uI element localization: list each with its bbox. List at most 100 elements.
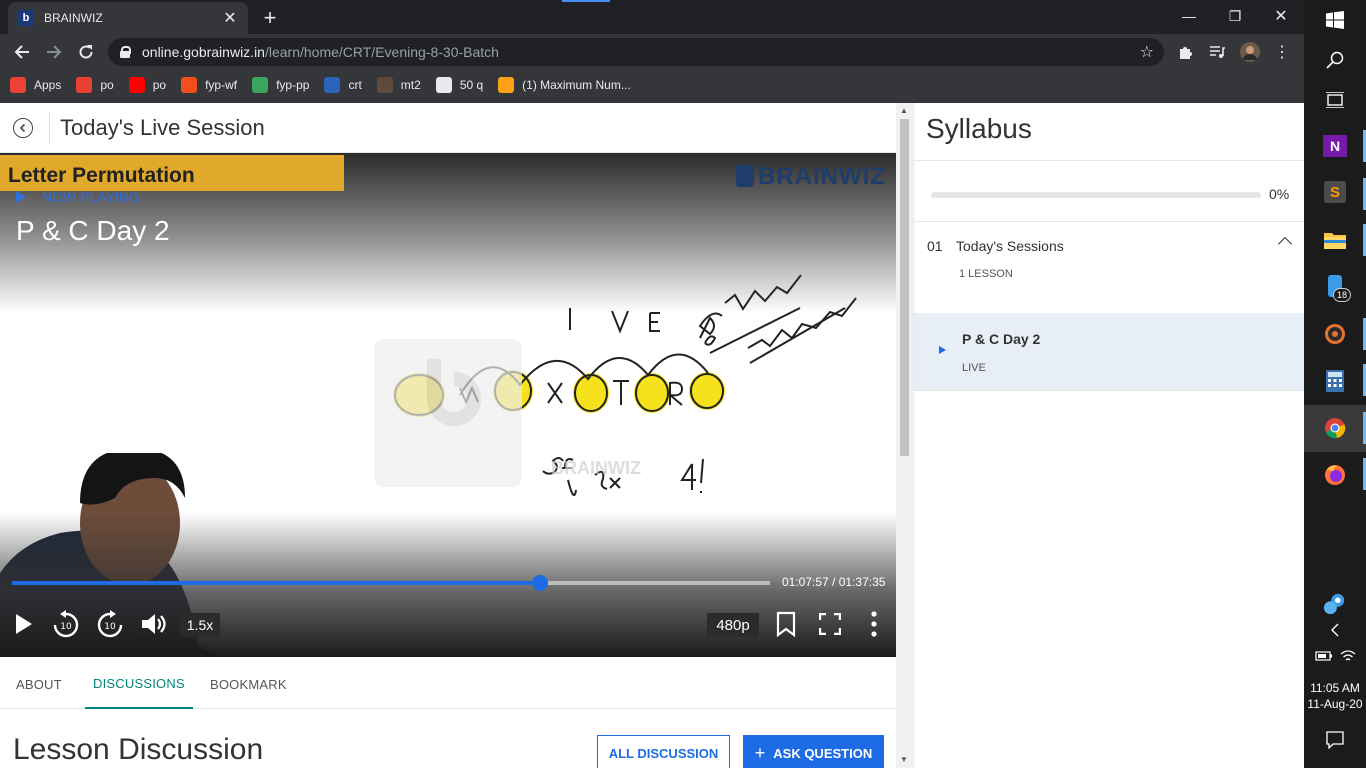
bookmark-star-icon[interactable]: ☆	[1140, 42, 1154, 62]
page-header: Today's Live Session	[0, 103, 896, 153]
brainwiz-watermark: BRAINWIZ	[374, 339, 641, 487]
bookmark-label: Apps	[34, 78, 62, 92]
file-explorer-icon[interactable]	[1323, 228, 1347, 252]
calculator-icon[interactable]	[1323, 369, 1347, 393]
bookmark-label: po	[152, 78, 167, 92]
video-player[interactable]: BRAINWIZ Letter Permutation BRAINWIZ NOW…	[0, 153, 896, 657]
bookmark-item[interactable]: fyp-pp	[252, 77, 309, 93]
battery-icon[interactable]	[1312, 644, 1336, 668]
bookmark-item[interactable]: fyp-wf	[181, 77, 237, 93]
bookmark-item[interactable]: crt	[324, 77, 362, 93]
current-time: 01:07:57	[782, 575, 829, 589]
firefox-icon[interactable]	[1323, 463, 1347, 487]
address-bar[interactable]: online.gobrainwiz.in/learn/home/CRT/Even…	[108, 38, 1164, 66]
bookmarks-bar: Apps po po fyp-wf fyp-pp crt mt2 50 q (1) Maximu…	[0, 70, 1304, 100]
minimize-button[interactable]: —	[1166, 2, 1212, 30]
rewind-10-icon[interactable]: 10	[52, 609, 80, 639]
show-hidden-icons-chevron-icon[interactable]	[1323, 618, 1347, 642]
tab-bookmark[interactable]: BOOKMARK	[210, 659, 287, 709]
seekbar-handle[interactable]	[531, 575, 548, 591]
bookmark-item[interactable]: mt2	[376, 77, 421, 93]
watermark-text: BRAINWIZ	[551, 458, 641, 478]
bookmark-label: fyp-pp	[276, 78, 310, 92]
brainwiz-logo: BRAINWIZ	[736, 163, 886, 191]
quality-button[interactable]: 480p	[707, 613, 759, 637]
onenote-icon[interactable]: N	[1323, 134, 1347, 158]
cc-icon	[376, 77, 393, 93]
windows-start-icon[interactable]	[1323, 8, 1347, 32]
content-tabs: ABOUT DISCUSSIONS BOOKMARK	[0, 659, 896, 709]
scroll-down-arrow-icon[interactable]: ▼	[900, 755, 908, 764]
forward-arrow-icon[interactable]	[42, 40, 66, 64]
bookmark-item[interactable]: Apps	[10, 77, 61, 93]
brainwiz-logo-icon	[736, 165, 754, 187]
url-path: /learn/home/CRT/Evening-8-30-Batch	[264, 44, 499, 60]
lesson-item[interactable]: P & C Day 2 LIVE	[914, 313, 1305, 390]
play-indicator-icon	[16, 191, 26, 203]
search-icon[interactable]	[1323, 48, 1347, 72]
url-text: online.gobrainwiz.in/learn/home/CRT/Even…	[142, 44, 499, 60]
brainwiz-favicon-icon: b	[18, 10, 34, 26]
lesson-name: P & C Day 2	[962, 331, 1041, 347]
task-view-icon[interactable]	[1323, 88, 1347, 112]
more-options-icon[interactable]	[864, 609, 884, 639]
clock-time: 11:05 AM	[1310, 681, 1360, 695]
system-clock[interactable]: 11:05 AM 11-Aug-20	[1304, 680, 1366, 712]
ask-question-button[interactable]: + ASK QUESTION	[743, 735, 884, 768]
scroll-up-arrow-icon[interactable]: ▲	[900, 106, 908, 115]
forward-10-icon[interactable]: 10	[96, 609, 124, 639]
chevron-up-icon[interactable]	[1277, 236, 1293, 252]
tab-about[interactable]: ABOUT	[16, 659, 62, 709]
ask-question-label: ASK QUESTION	[773, 745, 873, 761]
chrome-menu-icon[interactable]: ⋮	[1272, 42, 1292, 62]
all-discussion-button[interactable]: ALL DISCUSSION	[597, 735, 730, 768]
syllabus-divider	[914, 390, 1305, 391]
wifi-icon[interactable]	[1336, 644, 1360, 668]
play-indicator-icon	[939, 346, 946, 354]
new-tab-button[interactable]: +	[258, 5, 282, 31]
phone-app-icon[interactable]: 18	[1323, 274, 1351, 302]
back-arrow-icon[interactable]	[10, 40, 34, 64]
tab-close-icon[interactable]: ✕	[222, 8, 238, 28]
media-player-icon[interactable]	[1323, 322, 1347, 346]
volume-icon[interactable]	[139, 609, 169, 639]
page-scrollbar[interactable]: ▲ ▼	[896, 103, 913, 768]
playback-speed-button[interactable]: 1.5x	[180, 613, 220, 637]
extensions-puzzle-icon[interactable]	[1176, 42, 1196, 62]
bookmark-label: po	[100, 78, 114, 92]
network-people-icon[interactable]	[1323, 592, 1347, 616]
section-lesson-count: 1 LESSON	[959, 268, 1013, 280]
seekbar-fill	[12, 581, 540, 585]
back-circle-icon[interactable]	[13, 117, 33, 138]
apps-grid-icon	[10, 77, 26, 93]
profile-avatar[interactable]	[1240, 42, 1260, 62]
reload-icon[interactable]	[74, 40, 98, 64]
chrome-icon[interactable]	[1323, 416, 1347, 440]
bookmark-item[interactable]: po	[76, 77, 114, 93]
fullscreen-icon[interactable]	[818, 609, 842, 639]
close-window-button[interactable]: ✕	[1258, 2, 1304, 30]
bookmark-label: fyp-wf	[205, 78, 238, 92]
restore-button[interactable]: ❐	[1212, 2, 1258, 30]
plus-icon: +	[754, 742, 766, 763]
lesson-discussion-heading: Lesson Discussion	[13, 733, 264, 766]
media-queue-icon[interactable]	[1207, 42, 1227, 62]
brainwiz-logo-text: BRAINWIZ	[758, 163, 886, 190]
bookmark-icon[interactable]	[774, 609, 798, 639]
bookmark-item[interactable]: (1) Maximum Num...	[498, 77, 631, 93]
tab-discussions[interactable]: DISCUSSIONS	[85, 659, 193, 709]
bookmark-item[interactable]: po	[128, 77, 167, 93]
action-center-icon[interactable]	[1323, 728, 1347, 752]
sublime-text-icon[interactable]: S	[1323, 180, 1347, 204]
video-seekbar[interactable]	[12, 575, 770, 591]
bookmark-label: 50 q	[459, 78, 484, 92]
play-button-icon[interactable]	[12, 609, 36, 639]
tab-strip: b BRAINWIZ ✕ + — ❐ ✕	[0, 0, 1304, 34]
globe-icon	[435, 77, 452, 93]
header-divider	[49, 112, 50, 143]
forward-seconds: 10	[104, 622, 116, 632]
browser-tab[interactable]: b BRAINWIZ ✕	[8, 2, 248, 34]
bookmark-item[interactable]: 50 q	[435, 77, 484, 93]
scrollbar-thumb[interactable]	[900, 119, 909, 456]
chrome-icon	[76, 77, 93, 93]
